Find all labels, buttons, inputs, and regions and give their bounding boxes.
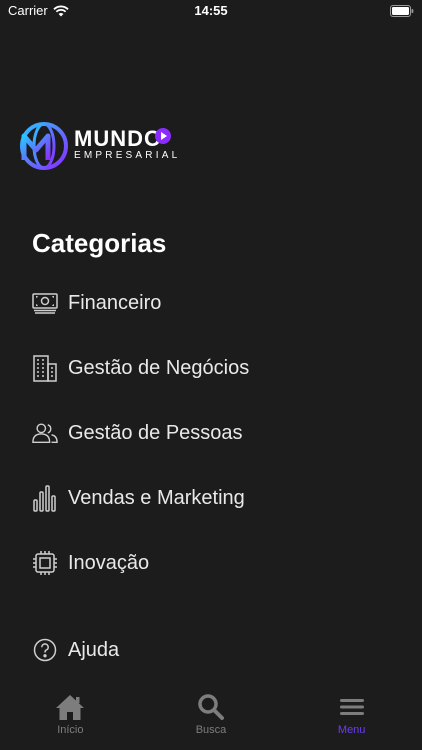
tab-busca[interactable]: Busca xyxy=(141,690,282,750)
category-item-gestao-de-negocios[interactable]: Gestão de Negócios xyxy=(32,352,249,384)
category-label: Financeiro xyxy=(68,291,162,314)
category-item-financeiro[interactable]: Financeiro xyxy=(32,287,161,319)
status-bar: Carrier 14:55 xyxy=(0,0,422,22)
money-icon xyxy=(32,290,58,316)
home-icon xyxy=(56,695,85,720)
help-label: Ajuda xyxy=(68,638,120,661)
category-label: Vendas e Marketing xyxy=(68,486,245,509)
tab-inicio[interactable]: Início xyxy=(0,690,141,750)
category-item-gestao-de-pessoas[interactable]: Gestão de Pessoas xyxy=(32,417,243,449)
battery-icon xyxy=(390,5,414,17)
category-label: Gestão de Pessoas xyxy=(68,421,243,444)
brand-logo: MUNDO EMPRESARIAL xyxy=(16,118,177,174)
tab-label: Busca xyxy=(195,724,227,736)
logo-title: MUNDO xyxy=(74,126,163,151)
play-icon xyxy=(155,128,171,144)
people-icon xyxy=(32,420,58,446)
tab-bar: Início Busca Menu xyxy=(0,690,422,750)
help-item[interactable]: Ajuda xyxy=(32,634,119,666)
category-label: Gestão de Negócios xyxy=(68,356,250,379)
chip-icon xyxy=(32,550,58,576)
bar-chart-icon xyxy=(32,485,58,512)
tab-label: Menu xyxy=(337,724,366,736)
category-label: Inovação xyxy=(68,551,150,574)
logo-subtitle: EMPRESARIAL xyxy=(74,150,181,161)
building-icon xyxy=(32,355,58,382)
tab-menu[interactable]: Menu xyxy=(281,690,422,750)
tab-label: Início xyxy=(57,724,84,736)
menu-icon xyxy=(339,699,364,715)
globe-logo-icon xyxy=(20,122,68,170)
category-item-vendas-e-marketing[interactable]: Vendas e Marketing xyxy=(32,482,245,514)
category-item-inovacao[interactable]: Inovação xyxy=(32,547,149,579)
page-title: Categorias xyxy=(32,228,167,258)
question-icon xyxy=(32,637,58,663)
clock: 14:55 xyxy=(194,3,228,18)
search-icon xyxy=(198,694,224,720)
